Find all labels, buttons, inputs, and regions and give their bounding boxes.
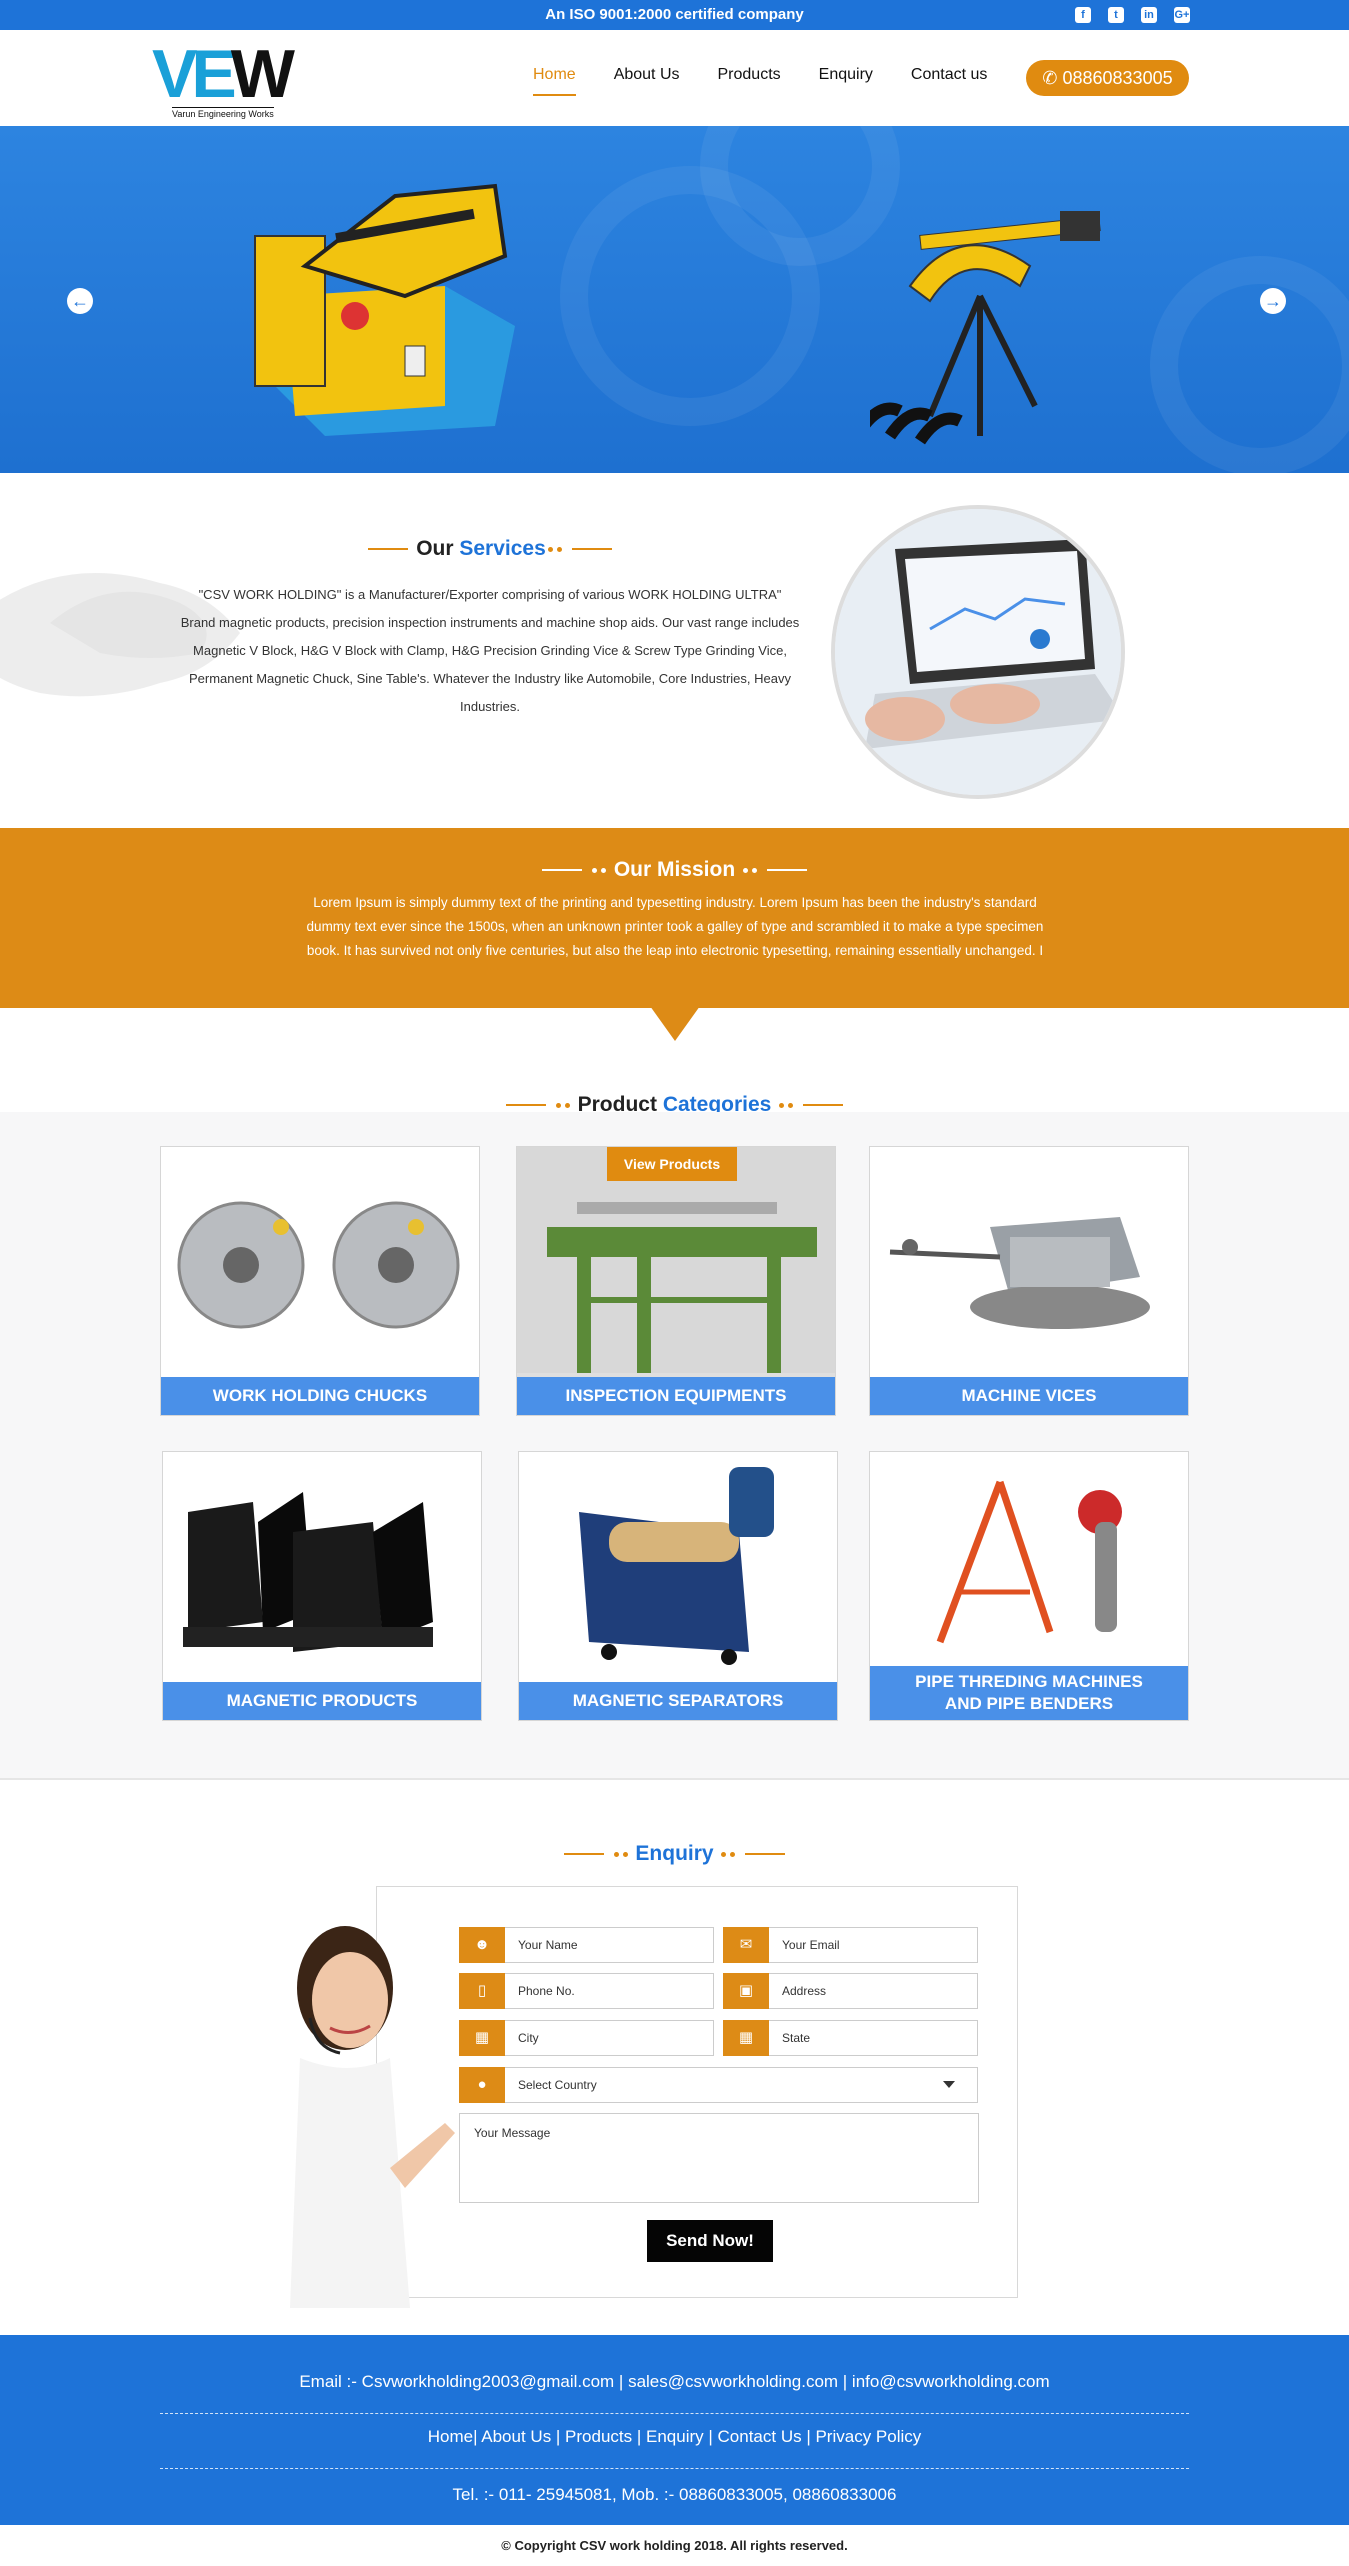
linkedin-icon[interactable]: in — [1141, 7, 1157, 23]
magnetic-products-image — [163, 1452, 481, 1678]
phone-button[interactable]: ✆ 08860833005 — [1026, 60, 1189, 96]
nav-enquiry[interactable]: Enquiry — [819, 66, 873, 96]
footer-links[interactable]: Home| About Us | Products | Enquiry | Co… — [0, 2427, 1349, 2447]
slider-next-arrow-icon[interactable]: → — [1260, 288, 1286, 314]
hero-slider: ← → — [0, 126, 1349, 473]
mission-pointer — [650, 1006, 700, 1041]
mission-section: Our Mission Lorem Ipsum is simply dummy … — [0, 828, 1349, 1008]
google-plus-icon[interactable]: G+ — [1174, 7, 1190, 23]
email-field[interactable]: ✉ Your Email — [723, 1927, 978, 1963]
enquiry-section: Enquiry ☻ Your Name ✉ Your Email ▯ Phone… — [0, 1780, 1349, 2335]
laptop-image — [831, 505, 1125, 799]
pipe-bender-image — [870, 211, 1101, 445]
site-footer: Email :- Csvworkholding2003@gmail.com | … — [0, 2335, 1349, 2525]
copyright-text: © Copyright CSV work holding 2018. All r… — [501, 2538, 848, 2553]
phone-number: 08860833005 — [1062, 68, 1173, 88]
nav-about-us[interactable]: About Us — [614, 66, 680, 96]
product-card[interactable]: PIPE THREDING MACHINES AND PIPE BENDERS — [869, 1451, 1189, 1721]
product-card[interactable]: MAGNETIC PRODUCTS — [162, 1451, 482, 1721]
services-section: Our Services "CSV WORK HOLDING" is a Man… — [0, 473, 1349, 828]
twitter-icon[interactable]: t — [1108, 7, 1124, 23]
envelope-icon: ✉ — [723, 1927, 769, 1963]
product-card[interactable]: MAGNETIC SEPARATORS — [518, 1451, 838, 1721]
services-title: Our Services — [0, 537, 980, 561]
nav-contact-us[interactable]: Contact us — [911, 66, 987, 96]
product-label: INSPECTION EQUIPMENTS — [517, 1377, 835, 1415]
pipe-threading-image — [870, 1452, 1188, 1678]
address-field[interactable]: ▣ Address — [723, 1973, 978, 2009]
state-field[interactable]: ▦ State — [723, 2020, 978, 2056]
slider-prev-arrow-icon[interactable]: ← — [67, 288, 93, 314]
send-button[interactable]: Send Now! — [647, 2220, 773, 2262]
footer-email-links[interactable]: Csvworkholding2003@gmail.com | sales@csv… — [362, 2372, 1050, 2391]
background-gear — [1150, 256, 1349, 473]
city-field[interactable]: ▦ City — [459, 2020, 714, 2056]
logo-tagline: Varun Engineering Works — [172, 107, 274, 119]
product-label: MAGNETIC SEPARATORS — [519, 1682, 837, 1720]
services-description: "CSV WORK HOLDING" is a Manufacturer/Exp… — [180, 587, 800, 714]
footer-phones: Tel. :- 011- 25945081, Mob. :- 088608330… — [452, 2485, 897, 2504]
chucks-image — [161, 1147, 479, 1373]
top-bar: An ISO 9001:2000 certified company f t i… — [0, 0, 1349, 30]
product-label: MACHINE VICES — [870, 1377, 1188, 1415]
hacksaw-machine-image — [254, 183, 515, 436]
site-logo[interactable]: VEW Varun Engineering Works — [152, 40, 302, 120]
product-card[interactable]: WORK HOLDING CHUCKS — [160, 1146, 480, 1416]
product-categories-section: WORK HOLDING CHUCKS View Products INSPEC… — [0, 1112, 1349, 1780]
nav-products[interactable]: Products — [718, 66, 781, 96]
product-card[interactable]: View Products INSPECTION EQUIPMENTS — [516, 1146, 836, 1416]
site-header: VEW Varun Engineering Works Home About U… — [0, 30, 1349, 126]
mission-title: Our Mission — [0, 858, 1349, 882]
footer-divider — [160, 2468, 1189, 2469]
name-field[interactable]: ☻ Your Name — [459, 1927, 714, 1963]
machine-vice-image — [870, 1147, 1188, 1373]
magnetic-separator-image — [519, 1452, 837, 1678]
building-icon: ▦ — [723, 2020, 769, 2056]
product-label: PIPE THREDING MACHINES AND PIPE BENDERS — [870, 1666, 1188, 1720]
mission-description: Lorem Ipsum is simply dummy text of the … — [306, 895, 1044, 958]
main-nav: Home About Us Products Enquiry Contact u… — [533, 66, 1025, 96]
enquiry-title: Enquiry — [0, 1842, 1349, 1866]
product-label: MAGNETIC PRODUCTS — [163, 1682, 481, 1720]
address-card-icon: ▣ — [723, 1973, 769, 2009]
country-select[interactable]: ● Select Country — [459, 2067, 978, 2103]
support-woman-image — [290, 1926, 455, 2308]
view-products-button[interactable]: View Products — [607, 1147, 737, 1181]
footer-emails: Email :- Csvworkholding2003@gmail.com | … — [299, 2372, 1050, 2391]
chevron-down-icon — [943, 2081, 955, 2088]
message-textarea[interactable]: Your Message — [459, 2113, 979, 2203]
phone-field[interactable]: ▯ Phone No. — [459, 1973, 714, 2009]
social-links: f t in G+ — [1075, 7, 1190, 23]
product-card[interactable]: MACHINE VICES — [869, 1146, 1189, 1416]
footer-divider — [160, 2413, 1189, 2414]
phone-icon: ✆ — [1042, 68, 1058, 88]
logo-mark: VEW — [152, 36, 295, 112]
product-label: WORK HOLDING CHUCKS — [161, 1377, 479, 1415]
facebook-icon[interactable]: f — [1075, 7, 1091, 23]
nav-home[interactable]: Home — [533, 66, 576, 96]
